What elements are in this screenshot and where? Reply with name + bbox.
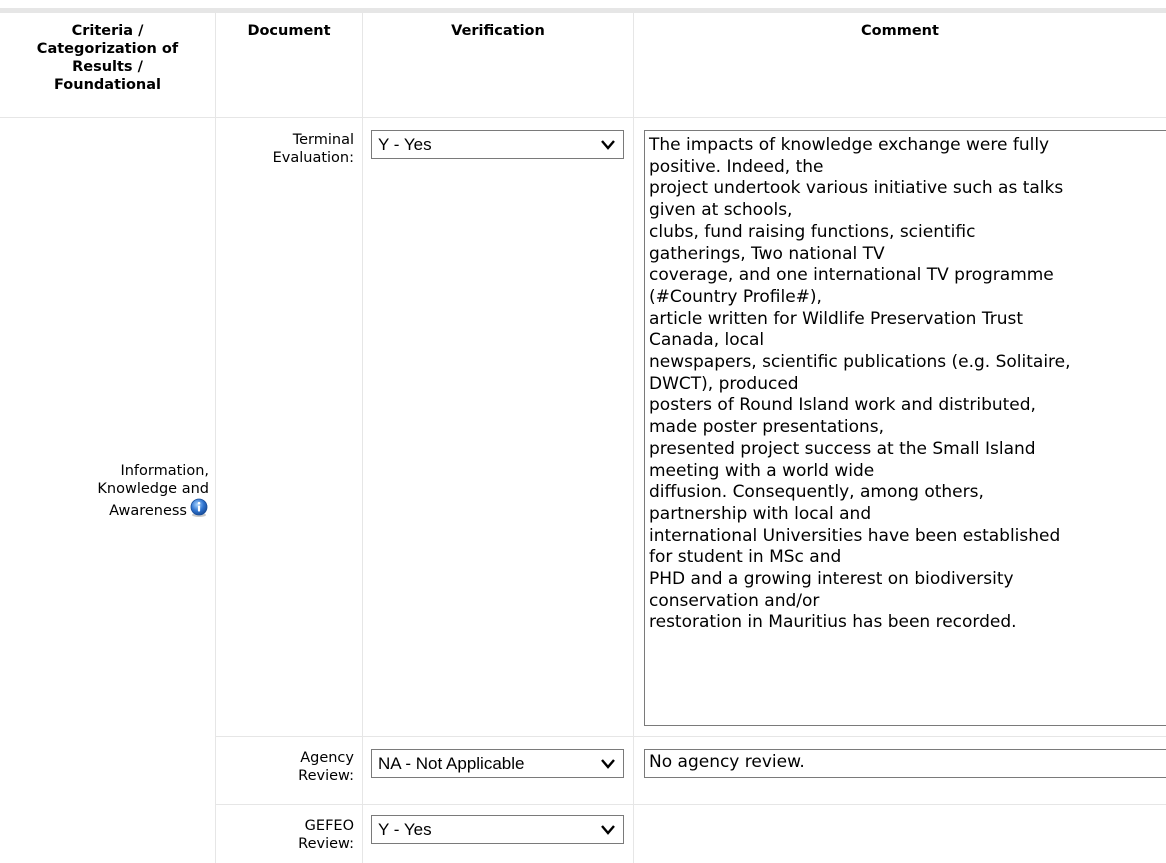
criterion-label-line: Knowledge and bbox=[97, 481, 209, 497]
comment-line: made poster presentations, bbox=[649, 417, 885, 438]
verification-select-gefeo-review[interactable]: Y - Yes bbox=[371, 815, 624, 844]
comment-line: posters of Round Island work and distrib… bbox=[649, 395, 1036, 416]
comment-line: (#Country Profile#), bbox=[649, 286, 822, 307]
header-criteria-line: Criteria / bbox=[71, 23, 144, 39]
row-divider bbox=[216, 804, 1166, 805]
comment-line: PHD and a growing interest on biodiversi… bbox=[649, 569, 1014, 590]
document-label-line: Agency bbox=[300, 750, 354, 766]
verification-select-terminal-evaluation[interactable]: Y - Yes bbox=[371, 130, 624, 159]
verification-select-value: Y - Yes bbox=[378, 135, 432, 154]
table-top-border bbox=[0, 8, 1166, 13]
row-document-gefeo-review: GEFEO Review: bbox=[298, 817, 354, 853]
comment-line: for student in MSc and bbox=[649, 547, 842, 568]
comment-line: international Universities have been est… bbox=[649, 525, 1061, 546]
verification-select-value: Y - Yes bbox=[378, 820, 432, 839]
chevron-down-icon bbox=[601, 140, 615, 150]
criterion-label-line: Information, bbox=[120, 463, 209, 479]
criterion-label: Information, Knowledge and Awareness bbox=[97, 462, 209, 520]
row-document-terminal-evaluation: Terminal Evaluation: bbox=[273, 131, 354, 167]
criterion-label-line-with-icon: Awareness bbox=[97, 498, 209, 520]
row-divider bbox=[216, 736, 1166, 737]
comment-line: diffusion. Consequently, among others, bbox=[649, 482, 984, 503]
comment-line: presented project success at the Small I… bbox=[649, 438, 1036, 459]
comment-line: restoration in Mauritius has been record… bbox=[649, 612, 1017, 633]
header-comment: Comment bbox=[861, 23, 939, 39]
document-label-line: GEFEO bbox=[304, 818, 354, 834]
comment-line: positive. Indeed, the bbox=[649, 156, 824, 177]
document-label-line: Review: bbox=[298, 768, 354, 784]
comment-line: article written for Wildlife Preservatio… bbox=[649, 308, 1024, 329]
comment-line: newspapers, scientific publications (e.g… bbox=[649, 352, 1071, 373]
header-verification: Verification bbox=[451, 23, 545, 39]
comment-line: DWCT), produced bbox=[649, 373, 799, 394]
comment-textarea-terminal-evaluation[interactable]: The impacts of knowledge exchange were f… bbox=[644, 130, 1166, 726]
comment-line: clubs, fund raising functions, scientifi… bbox=[649, 221, 976, 242]
row-document-agency-review: Agency Review: bbox=[298, 749, 354, 785]
header-criteria: Criteria / Categorization of Results / F… bbox=[0, 22, 215, 94]
header-criteria-line: Results / bbox=[72, 59, 143, 75]
comment-line: The impacts of knowledge exchange were f… bbox=[649, 135, 1050, 155]
comment-line: conservation and/or bbox=[649, 590, 820, 611]
header-document: Document bbox=[247, 23, 331, 39]
chevron-down-icon bbox=[601, 825, 615, 835]
document-label-line: Terminal bbox=[292, 132, 354, 148]
verification-select-agency-review[interactable]: NA - Not Applicable bbox=[371, 749, 624, 778]
chevron-down-icon bbox=[601, 759, 615, 769]
comment-line: No agency review. bbox=[649, 752, 805, 772]
header-criteria-line: Categorization of bbox=[36, 41, 179, 57]
header-divider bbox=[0, 117, 1166, 118]
verification-select-value: NA - Not Applicable bbox=[378, 754, 525, 773]
header-criteria-line: Foundational bbox=[53, 77, 162, 93]
comment-line: meeting with a world wide bbox=[649, 460, 875, 481]
document-label-line: Review: bbox=[298, 836, 354, 852]
comment-textarea-agency-review[interactable]: No agency review. bbox=[644, 749, 1166, 778]
comment-line: given at schools, bbox=[649, 200, 793, 221]
comment-line: gatherings, Two national TV bbox=[649, 243, 885, 264]
criterion-label-line: Awareness bbox=[109, 503, 187, 519]
comment-line: Canada, local bbox=[649, 330, 765, 351]
comment-line: partnership with local and bbox=[649, 503, 872, 524]
document-label-line: Evaluation: bbox=[272, 150, 354, 166]
info-icon[interactable] bbox=[189, 498, 209, 518]
comment-line: project undertook various initiative suc… bbox=[649, 178, 1064, 199]
comment-line: coverage, and one international TV progr… bbox=[649, 265, 1054, 286]
